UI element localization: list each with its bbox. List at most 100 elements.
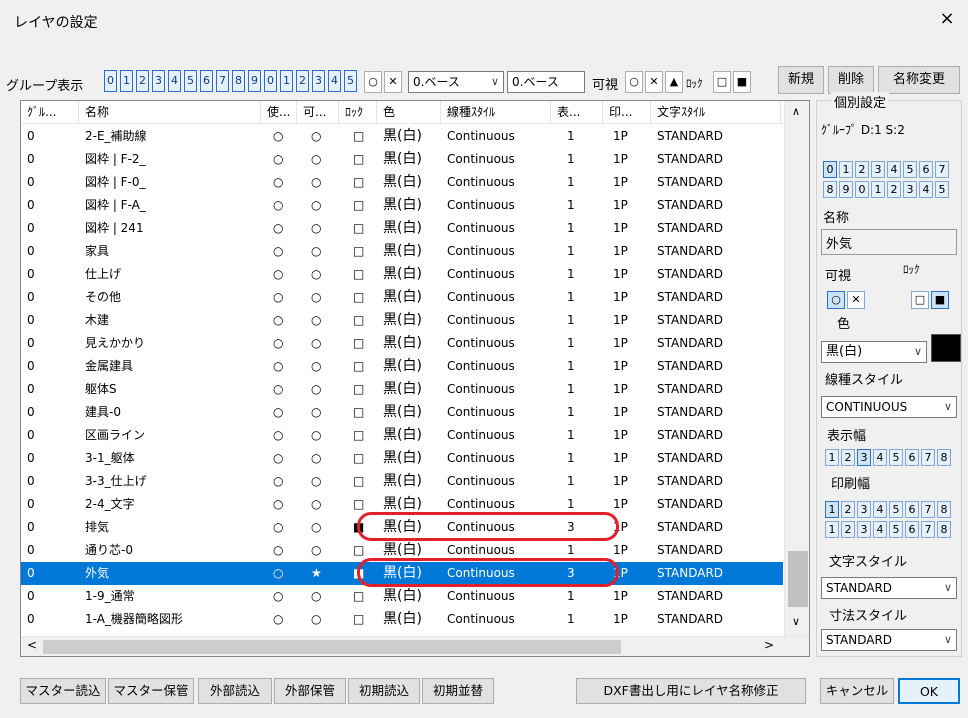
group-digit-toggle[interactable]: 4 xyxy=(328,70,341,92)
panel-group-digit[interactable]: 5 xyxy=(903,161,917,178)
column-header[interactable]: 可... xyxy=(297,101,339,124)
table-row[interactable]: 0 図枠 | F-A_ ○ ○ □ 黒(白) Continuous 1 1P STANDARD xyxy=(21,194,783,217)
panel-group-digit[interactable]: 3 xyxy=(903,181,917,198)
column-header[interactable]: 文字ｽﾀｲﾙ xyxy=(651,101,781,124)
display-width-button[interactable]: 3 xyxy=(857,449,871,466)
group-digit-toggle[interactable]: 7 xyxy=(216,70,229,92)
display-width-button[interactable]: 5 xyxy=(889,449,903,466)
lock-closed-button[interactable]: ■ xyxy=(733,71,751,93)
show-all-circle-button[interactable]: ○ xyxy=(364,71,382,93)
table-row[interactable]: 0 図枠 | F-0_ ○ ○ □ 黒(白) Continuous 1 1P STANDARD xyxy=(21,171,783,194)
column-header[interactable]: 線種ｽﾀｲﾙ xyxy=(441,101,551,124)
table-row[interactable]: 0 建具-0 ○ ○ □ 黒(白) Continuous 1 1P STANDARD xyxy=(21,401,783,424)
display-width-button[interactable]: 7 xyxy=(921,449,935,466)
table-row[interactable]: 0 図枠 | 241 ○ ○ □ 黒(白) Continuous 1 1P STANDARD xyxy=(21,217,783,240)
print-width-button[interactable]: 4 xyxy=(873,521,887,538)
column-header[interactable]: ﾛｯｸ xyxy=(339,101,377,124)
display-width-button[interactable]: 1 xyxy=(825,449,839,466)
group-digit-toggle[interactable]: 5 xyxy=(184,70,197,92)
dxf-rename-button[interactable]: DXF書出し用にレイヤ名称修正 xyxy=(576,678,806,704)
master-save-button[interactable]: マスター保管 xyxy=(108,678,194,704)
print-width-button[interactable]: 6 xyxy=(905,521,919,538)
dimension-style-select[interactable]: STANDARD ∨ xyxy=(821,629,957,651)
panel-group-digit[interactable]: 4 xyxy=(887,161,901,178)
panel-group-digit[interactable]: 9 xyxy=(839,181,853,198)
print-width-button[interactable]: 3 xyxy=(857,501,871,518)
delete-button[interactable]: 削除 xyxy=(828,66,874,94)
panel-group-digit[interactable]: 2 xyxy=(887,181,901,198)
external-load-button[interactable]: 外部読込 xyxy=(198,678,272,704)
group-digit-toggle[interactable]: 9 xyxy=(248,70,261,92)
print-width-button[interactable]: 4 xyxy=(873,501,887,518)
base-select-2[interactable]: 0.ベース xyxy=(507,71,585,93)
panel-group-digit[interactable]: 6 xyxy=(919,161,933,178)
group-digit-toggle[interactable]: 0 xyxy=(264,70,277,92)
group-digit-toggle[interactable]: 0 xyxy=(104,70,117,92)
display-width-button[interactable]: 6 xyxy=(905,449,919,466)
hide-all-cross-button[interactable]: ✕ xyxy=(384,71,402,93)
column-header[interactable]: 名称 xyxy=(79,101,261,124)
lock-open-button[interactable]: □ xyxy=(713,71,731,93)
print-width-button[interactable]: 6 xyxy=(905,501,919,518)
group-digit-toggle[interactable]: 8 xyxy=(232,70,245,92)
panel-group-digit[interactable]: 1 xyxy=(871,181,885,198)
group-digit-toggle[interactable]: 4 xyxy=(168,70,181,92)
linetype-select[interactable]: CONTINUOUS ∨ xyxy=(821,396,957,418)
visible-cross-button[interactable]: ✕ xyxy=(645,71,663,93)
close-icon[interactable]: × xyxy=(934,8,960,32)
ok-button[interactable]: OK xyxy=(898,678,960,704)
color-swatch[interactable] xyxy=(931,334,961,362)
color-select[interactable]: 黒(白) ∨ xyxy=(821,341,927,363)
panel-group-digit[interactable]: 0 xyxy=(823,161,837,178)
scroll-left-icon[interactable]: < xyxy=(27,638,37,652)
column-header[interactable]: ｸﾞﾙ... xyxy=(21,101,79,124)
table-row[interactable]: 0 仕上げ ○ ○ □ 黒(白) Continuous 1 1P STANDARD xyxy=(21,263,783,286)
column-header[interactable]: 表... xyxy=(551,101,603,124)
table-row[interactable]: 0 躯体S ○ ○ □ 黒(白) Continuous 1 1P STANDARD xyxy=(21,378,783,401)
panel-group-digit[interactable]: 8 xyxy=(823,181,837,198)
display-width-button[interactable]: 2 xyxy=(841,449,855,466)
table-row[interactable]: 0 木建 ○ ○ □ 黒(白) Continuous 1 1P STANDARD xyxy=(21,309,783,332)
panel-visible-off-button[interactable]: ✕ xyxy=(847,291,865,309)
name-field[interactable]: 外気 xyxy=(821,229,957,255)
panel-group-digit[interactable]: 2 xyxy=(855,161,869,178)
visible-circle-button[interactable]: ○ xyxy=(625,71,643,93)
panel-group-digit[interactable]: 5 xyxy=(935,181,949,198)
group-digit-toggle[interactable]: 2 xyxy=(296,70,309,92)
display-width-button[interactable]: 4 xyxy=(873,449,887,466)
print-width-button[interactable]: 7 xyxy=(921,501,935,518)
column-header[interactable]: 色 xyxy=(377,101,441,124)
column-header[interactable]: 印... xyxy=(603,101,651,124)
horizontal-scroll-thumb[interactable] xyxy=(43,640,621,654)
print-width-button[interactable]: 2 xyxy=(841,501,855,518)
print-width-button[interactable]: 8 xyxy=(937,501,951,518)
group-digit-toggle[interactable]: 6 xyxy=(200,70,213,92)
group-digit-toggle[interactable]: 5 xyxy=(344,70,357,92)
table-row[interactable]: 0 その他 ○ ○ □ 黒(白) Continuous 1 1P STANDARD xyxy=(21,286,783,309)
horizontal-scrollbar[interactable]: < > xyxy=(21,636,809,656)
initial-sort-button[interactable]: 初期並替 xyxy=(422,678,494,704)
table-row[interactable]: 0 区画ライン ○ ○ □ 黒(白) Continuous 1 1P STANDARD xyxy=(21,424,783,447)
visible-triangle-button[interactable]: ▲ xyxy=(665,71,683,93)
column-header[interactable]: 使... xyxy=(261,101,297,124)
group-digit-toggle[interactable]: 3 xyxy=(312,70,325,92)
print-width-button[interactable]: 1 xyxy=(825,521,839,538)
group-digit-toggle[interactable]: 3 xyxy=(152,70,165,92)
panel-group-digit[interactable]: 7 xyxy=(935,161,949,178)
table-row[interactable]: 0 3-1_躯体 ○ ○ □ 黒(白) Continuous 1 1P STANDARD xyxy=(21,447,783,470)
panel-group-digit[interactable]: 3 xyxy=(871,161,885,178)
table-row[interactable]: 0 見えかかり ○ ○ □ 黒(白) Continuous 1 1P STANDARD xyxy=(21,332,783,355)
scroll-up-icon[interactable]: ∧ xyxy=(792,105,800,118)
group-digit-toggle[interactable]: 1 xyxy=(120,70,133,92)
text-style-select[interactable]: STANDARD ∨ xyxy=(821,577,957,599)
table-row[interactable]: 0 図枠 | F-2_ ○ ○ □ 黒(白) Continuous 1 1P STANDARD xyxy=(21,148,783,171)
table-row[interactable]: 0 2-E_補助線 ○ ○ □ 黒(白) Continuous 1 1P STANDARD xyxy=(21,125,783,148)
group-digit-toggle[interactable]: 2 xyxy=(136,70,149,92)
table-row[interactable]: 0 3-3_仕上げ ○ ○ □ 黒(白) Continuous 1 1P STANDARD xyxy=(21,470,783,493)
scroll-down-icon[interactable]: ∨ xyxy=(792,615,800,628)
scroll-right-icon[interactable]: > xyxy=(764,638,774,652)
print-width-button[interactable]: 3 xyxy=(857,521,871,538)
panel-lock-on-button[interactable]: ■ xyxy=(931,291,949,309)
external-save-button[interactable]: 外部保管 xyxy=(274,678,346,704)
panel-group-digit[interactable]: 1 xyxy=(839,161,853,178)
